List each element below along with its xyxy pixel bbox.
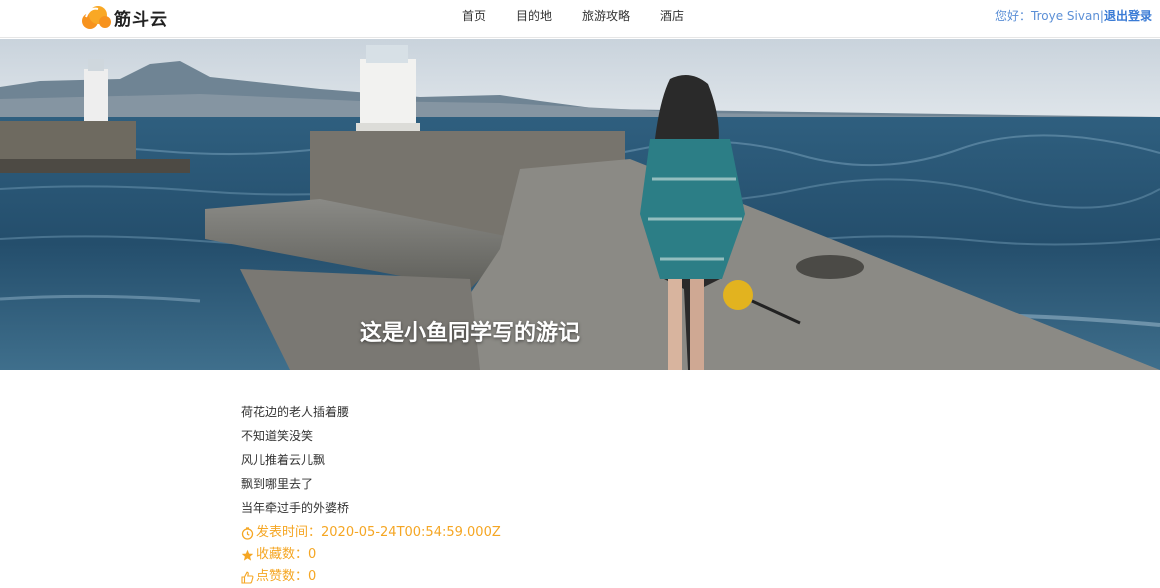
article-content: 荷花边的老人插着腰 不知道笑没笑 风儿推着云儿飘 飘到哪里去了 当年牵过手的外婆… [241,402,501,588]
nav-guides[interactable]: 旅游攻略 [582,7,630,24]
like-count-label: 点赞数： [256,569,309,584]
nav-hotel[interactable]: 酒店 [660,7,684,24]
publish-time-row: 发表时间： 2020-05-24T00:54:59.000Z [241,522,501,544]
publish-time-label: 发表时间： [256,525,322,540]
like-count-row: 点赞数： 0 [241,566,501,588]
nav-home[interactable]: 首页 [462,7,486,24]
favorite-count-row: 收藏数： 0 [241,544,501,566]
article-line: 当年牵过手的外婆桥 [241,501,350,515]
publish-time-value: 2020-05-24T00:54:59.000Z [321,525,501,540]
banner-image: 这是小鱼同学写的游记 [0,39,1160,370]
main-nav: 首页 目的地 旅游攻略 酒店 [462,0,714,30]
nav-destination[interactable]: 目的地 [516,7,552,24]
logout-link[interactable]: 退出登录 [1104,7,1152,24]
cloud-logo-icon [82,6,111,29]
thumbs-up-icon[interactable] [241,571,254,584]
banner-title: 这是小鱼同学写的游记 [360,321,581,346]
logo-text: 筋斗云 [114,9,168,30]
user-info: 您好：Troye Sivan| 退出登录 [995,0,1152,30]
logo[interactable]: 筋斗云 [80,2,168,32]
article-line: 飘到哪里去了 [241,477,314,491]
like-count-value: 0 [308,569,317,584]
user-greeting: 您好：Troye Sivan| [995,8,1104,23]
star-icon[interactable] [241,549,254,562]
favorite-count-label: 收藏数： [256,547,309,562]
article-line: 不知道笑没笑 [241,429,314,443]
clock-icon [241,526,254,540]
top-header: 筋斗云 首页 目的地 旅游攻略 酒店 您好：Troye Sivan| 退出登录 [0,0,1160,38]
article-line: 荷花边的老人插着腰 [241,405,350,419]
favorite-count-value: 0 [308,547,317,562]
article-line: 风儿推着云儿飘 [241,453,326,467]
